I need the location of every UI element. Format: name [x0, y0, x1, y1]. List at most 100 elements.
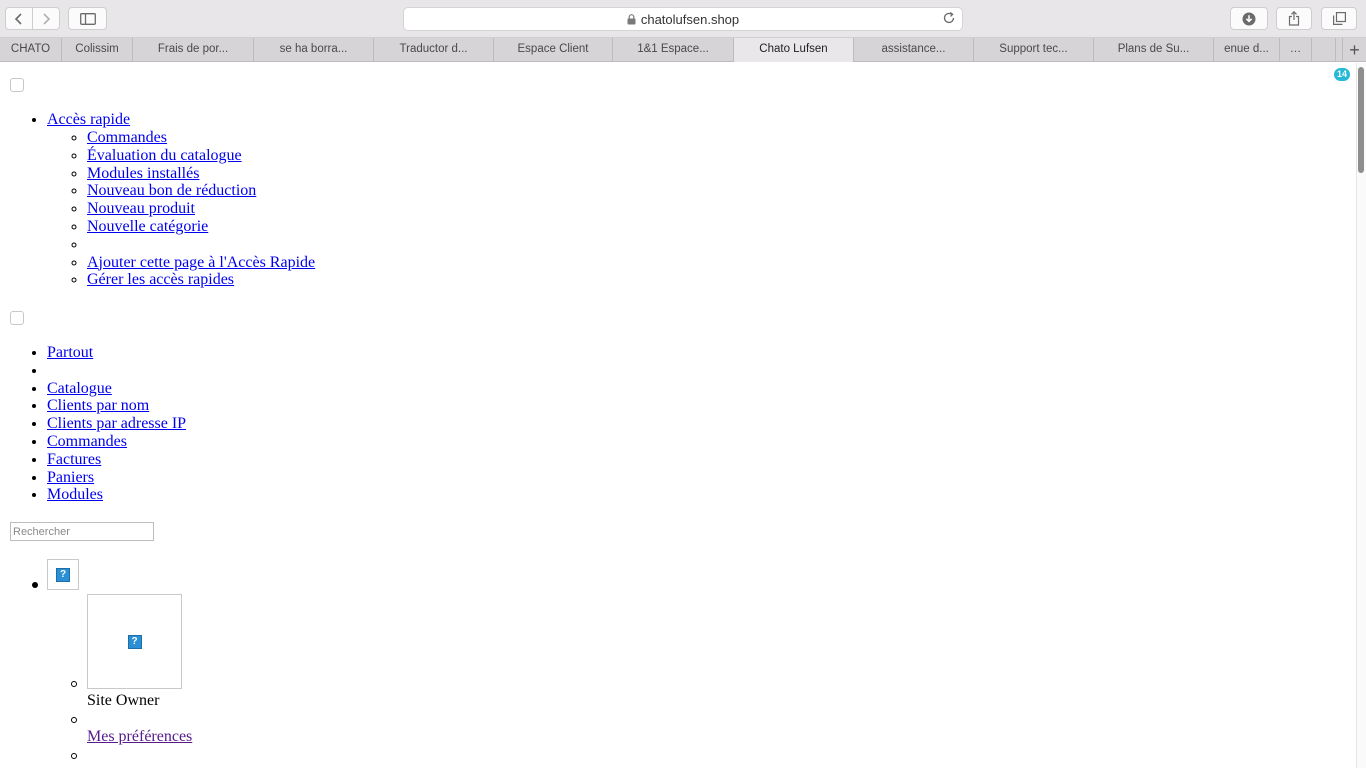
list-item: Nouvelle catégorie — [87, 218, 315, 236]
back-button[interactable] — [5, 7, 33, 30]
avatar: ? — [87, 594, 182, 689]
address-bar[interactable]: chatolufsen.shop — [403, 7, 963, 31]
quick-access-menu: Accès rapide — [47, 111, 130, 129]
tab-label: Plans de Su... — [1117, 43, 1190, 55]
list-item-divider — [47, 362, 186, 380]
notification-badge[interactable]: 14 — [1334, 68, 1350, 81]
list-item: Commandes — [87, 129, 315, 147]
tab-label: … — [1289, 43, 1302, 55]
list-bullet — [71, 753, 77, 759]
tab-label: Chato Lufsen — [759, 43, 828, 55]
tab-label: assistance... — [881, 43, 946, 55]
scope-invoices-link[interactable]: Factures — [47, 451, 101, 468]
list-item: Clients par nom — [47, 397, 186, 415]
browser-toolbar: chatolufsen.shop — [0, 0, 1366, 38]
list-item: Factures — [47, 451, 186, 469]
tab[interactable]: Frais de por... — [133, 38, 254, 62]
tab-label: se ha borra... — [279, 43, 348, 55]
tab[interactable]: assistance... — [854, 38, 974, 62]
tab[interactable]: Colissim — [62, 38, 133, 62]
quick-access-list: Commandes Évaluation du catalogue Module… — [87, 129, 315, 289]
tab-label: Traductor d... — [399, 43, 468, 55]
tab-label: enue d... — [1224, 43, 1269, 55]
tab-active[interactable]: Chato Lufsen — [734, 38, 854, 62]
list-bullet — [71, 717, 77, 723]
sidebar-toggle-button[interactable] — [68, 7, 107, 30]
list-bullet — [32, 582, 38, 588]
scrollbar-thumb[interactable] — [1358, 67, 1364, 173]
share-icon — [1288, 11, 1300, 26]
quick-link-new-product[interactable]: Nouveau produit — [87, 200, 195, 217]
search-input[interactable] — [10, 522, 154, 541]
list-item: Ajouter cette page à l'Accès Rapide — [87, 254, 315, 272]
list-item: Partout — [47, 344, 186, 362]
tab-overview-button[interactable] — [1321, 7, 1357, 30]
tabs-icon — [1332, 12, 1346, 25]
quick-link-installed-modules[interactable]: Modules installés — [87, 165, 199, 182]
list-item: Nouveau bon de réduction — [87, 182, 315, 200]
tab[interactable]: Espace Client — [494, 38, 613, 62]
tab-overflow — [1312, 38, 1336, 62]
tab-label: 1&1 Espace... — [637, 43, 709, 55]
list-item: Évaluation du catalogue — [87, 147, 315, 165]
tab-label: CHATO — [10, 43, 51, 55]
plus-icon: + — [1349, 40, 1360, 60]
quick-access-toggle-checkbox[interactable] — [10, 78, 24, 92]
scope-customers-name-link[interactable]: Clients par nom — [47, 397, 149, 414]
tab-label: Espace Client — [517, 43, 589, 55]
scope-customers-ip-link[interactable]: Clients par adresse IP — [47, 415, 186, 432]
preferences-link[interactable]: Mes préférences — [87, 728, 192, 746]
list-item: Modules installés — [87, 165, 315, 183]
forward-button[interactable] — [32, 7, 60, 30]
list-item: Clients par adresse IP — [47, 415, 186, 433]
tab-label: Frais de por... — [157, 43, 229, 55]
tab[interactable]: Support tec... — [974, 38, 1094, 62]
tab[interactable]: se ha borra... — [254, 38, 374, 62]
lock-icon — [627, 13, 636, 25]
share-button[interactable] — [1276, 7, 1312, 30]
tab[interactable]: 1&1 Espace... — [613, 38, 734, 62]
tab-bar: CHATO Colissim Frais de por... se ha bor… — [0, 38, 1366, 62]
list-item: Gérer les accès rapides — [87, 271, 315, 289]
chevron-left-icon — [14, 12, 22, 25]
broken-image-icon: ? — [56, 567, 70, 582]
tab[interactable]: enue d... — [1214, 38, 1280, 62]
list-item: Modules — [47, 486, 186, 504]
search-scope-list: Partout Catalogue Clients par nom Client… — [47, 344, 186, 504]
list-item: Nouveau produit — [87, 200, 315, 218]
list-item: Accès rapide — [47, 111, 130, 129]
page-content: Accès rapide Commandes Évaluation du cat… — [0, 63, 1356, 768]
new-tab-button[interactable]: + — [1342, 38, 1366, 62]
quick-link-new-voucher[interactable]: Nouveau bon de réduction — [87, 182, 256, 199]
reload-icon[interactable] — [942, 11, 956, 25]
url-text: chatolufsen.shop — [640, 11, 740, 27]
add-quick-access-link[interactable]: Ajouter cette page à l'Accès Rapide — [87, 254, 315, 271]
chevron-right-icon — [43, 12, 51, 25]
search-scope-toggle-checkbox[interactable] — [10, 311, 24, 325]
tab-label: Colissim — [75, 43, 119, 55]
scope-orders-link[interactable]: Commandes — [47, 433, 127, 450]
quick-link-orders[interactable]: Commandes — [87, 129, 167, 146]
quick-access-link[interactable]: Accès rapide — [47, 111, 130, 128]
manage-quick-access-link[interactable]: Gérer les accès rapides — [87, 271, 234, 288]
list-item: Commandes — [47, 433, 186, 451]
tab[interactable]: Traductor d... — [374, 38, 494, 62]
list-item: Catalogue — [47, 380, 186, 398]
list-bullet — [71, 681, 77, 687]
tab[interactable]: CHATO — [0, 38, 62, 62]
download-icon — [1242, 12, 1256, 25]
broken-image-icon: ? — [127, 634, 142, 649]
downloads-button[interactable] — [1230, 7, 1268, 30]
quick-link-catalog-evaluation[interactable]: Évaluation du catalogue — [87, 147, 242, 164]
scope-catalog-link[interactable]: Catalogue — [47, 380, 112, 397]
avatar-button[interactable]: ? — [47, 559, 79, 590]
tab[interactable]: … — [1280, 38, 1312, 62]
profile-name: Site Owner — [87, 692, 160, 709]
list-item-divider — [87, 236, 315, 254]
list-item: Paniers — [47, 469, 186, 487]
quick-link-new-category[interactable]: Nouvelle catégorie — [87, 218, 208, 235]
scope-modules-link[interactable]: Modules — [47, 486, 103, 503]
tab[interactable]: Plans de Su... — [1094, 38, 1214, 62]
scope-carts-link[interactable]: Paniers — [47, 469, 94, 486]
scope-everywhere-link[interactable]: Partout — [47, 344, 93, 361]
